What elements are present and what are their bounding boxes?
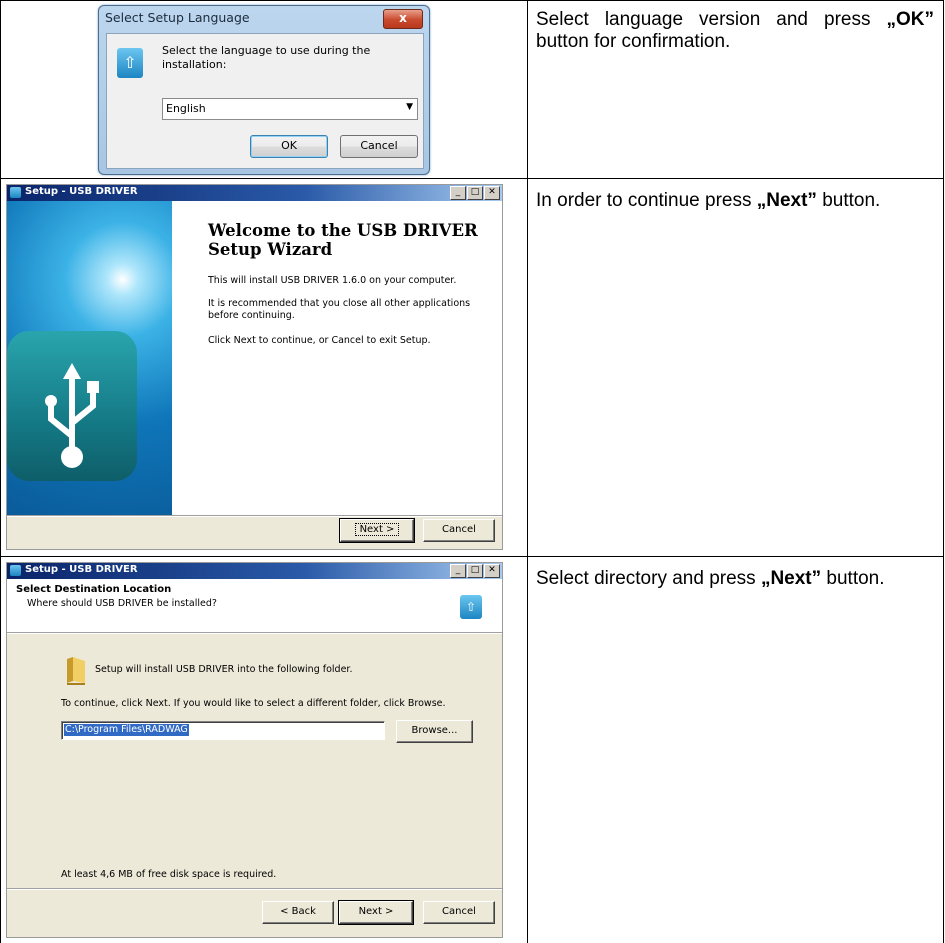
wizard-heading: Welcome to the USB DRIVER Setup Wizard: [208, 221, 478, 259]
table-row-divider: [1, 178, 944, 179]
language-select[interactable]: English ▼: [162, 98, 418, 120]
instruction-table: Select language version and press „OK” b…: [0, 0, 945, 943]
usb-installer-icon: ⇧: [460, 595, 482, 619]
instruction-text-destination: Select directory and press „Next” button…: [536, 568, 885, 589]
dialog-prompt: Select the language to use during the in…: [162, 44, 371, 71]
maximize-icon[interactable]: □: [467, 186, 483, 200]
button-bar-divider: [7, 515, 502, 517]
dialog-title: Select Setup Language: [105, 10, 250, 25]
instruction-text-language: Select language version and press „OK” b…: [536, 9, 934, 52]
folder-icon: [67, 657, 85, 685]
wizard-side-image: [7, 201, 172, 515]
window-title: Setup - USB DRIVER: [25, 186, 138, 197]
destination-path-input[interactable]: C:\Program Files\RADWAG: [61, 721, 385, 740]
usb-symbol-icon: [45, 363, 99, 468]
language-select-value: English: [166, 102, 206, 115]
close-icon[interactable]: ✕: [484, 564, 500, 578]
table-row-divider: [1, 556, 944, 557]
next-button-label: Next >: [354, 523, 400, 536]
wizard-paragraph-1: This will install USB DRIVER 1.6.0 on yo…: [208, 275, 457, 286]
wizard-welcome-content: Welcome to the USB DRIVER Setup Wizard T…: [172, 201, 502, 515]
dialog-body: ⇧ Select the language to use during the …: [106, 33, 424, 169]
window-controls: _ □ ✕: [449, 186, 500, 200]
disk-space-text: At least 4,6 MB of free disk space is re…: [61, 869, 277, 880]
table-column-divider: [527, 0, 528, 943]
wizard-page-header: Select Destination Location Where should…: [7, 579, 502, 632]
cancel-button[interactable]: Cancel: [340, 135, 418, 158]
window-titlebar: Setup - USB DRIVER _ □ ✕: [7, 185, 502, 201]
header-divider: [7, 632, 502, 634]
window-titlebar: Setup - USB DRIVER _ □ ✕: [7, 563, 502, 579]
usb-installer-icon: ⇧: [117, 48, 143, 78]
next-button[interactable]: Next >: [338, 900, 414, 925]
ok-button[interactable]: OK: [250, 135, 328, 158]
continue-info-text: To continue, click Next. If you would li…: [61, 698, 446, 709]
setup-wizard-destination: Setup - USB DRIVER _ □ ✕ Select Destinatio…: [6, 562, 503, 938]
minimize-icon[interactable]: _: [450, 186, 466, 200]
table-border-left: [0, 0, 1, 943]
cancel-button[interactable]: Cancel: [423, 519, 495, 542]
instruction-text-welcome: In order to continue press „Next” button…: [536, 190, 881, 211]
back-button[interactable]: < Back: [262, 901, 334, 924]
maximize-icon[interactable]: □: [467, 564, 483, 578]
minimize-icon[interactable]: _: [450, 564, 466, 578]
next-button[interactable]: Next >: [339, 518, 415, 543]
browse-button[interactable]: Browse...: [396, 720, 473, 743]
button-bar-divider: [7, 888, 502, 890]
window-controls: _ □ ✕: [449, 564, 500, 578]
close-icon[interactable]: ✕: [484, 186, 500, 200]
dropdown-arrow-icon: ▼: [406, 102, 413, 112]
wizard-paragraph-3: Click Next to continue, or Cancel to exi…: [208, 335, 431, 346]
destination-path-value: C:\Program Files\RADWAG: [64, 724, 189, 736]
page-title: Select Destination Location: [16, 584, 172, 595]
close-button[interactable]: x: [383, 9, 423, 29]
cancel-button[interactable]: Cancel: [423, 901, 495, 924]
page-subtitle: Where should USB DRIVER be installed?: [27, 598, 217, 609]
table-border-right: [943, 0, 944, 943]
table-border-top: [1, 0, 944, 1]
close-icon: x: [399, 11, 407, 25]
window-title: Setup - USB DRIVER: [25, 564, 138, 575]
usb-installer-icon: [10, 187, 21, 198]
wizard-paragraph-2: It is recommended that you close all oth…: [208, 298, 471, 321]
select-language-dialog: Select Setup Language x ⇧ Select the lan…: [98, 5, 430, 175]
folder-info-text: Setup will install USB DRIVER into the f…: [95, 664, 353, 675]
usb-installer-icon: [10, 565, 21, 576]
setup-wizard-welcome: Setup - USB DRIVER _ □ ✕ Welcome to the US…: [6, 184, 503, 550]
